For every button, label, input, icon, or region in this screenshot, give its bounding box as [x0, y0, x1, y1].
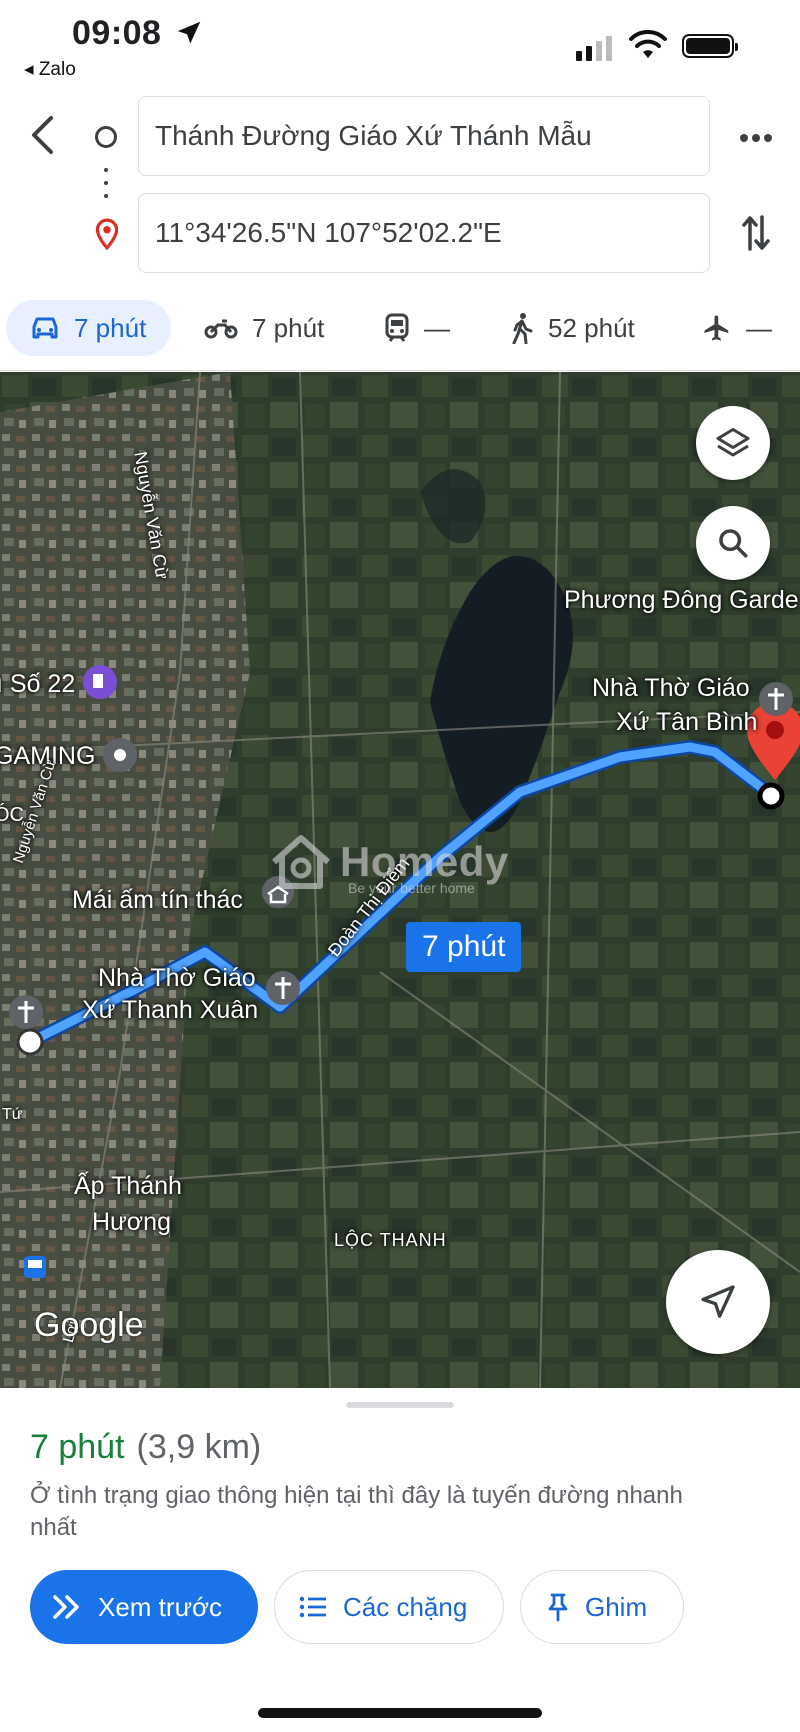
- map-label-mai-am[interactable]: Mái ấm tín thác: [72, 886, 243, 915]
- map-label-tan-binh-line2[interactable]: Xứ Tân Bình: [616, 708, 757, 737]
- destination-field[interactable]: 11°34'26.5"N 107°52'02.2"E: [138, 193, 710, 273]
- cellular-signal-icon: [576, 36, 612, 61]
- pushpin-icon: [548, 1593, 568, 1622]
- route-duration-label[interactable]: 7 phút: [406, 922, 522, 972]
- home-indicator[interactable]: [258, 1708, 542, 1718]
- travel-mode-tabs: 7 phút 7 phút — 52 phút —: [0, 300, 800, 362]
- double-chevron-right-icon: [53, 1595, 79, 1619]
- steps-button[interactable]: Các chặng: [274, 1570, 504, 1644]
- tab-flight[interactable]: —: [702, 300, 772, 356]
- tab-walking-label: 52 phút: [548, 312, 635, 343]
- swap-button[interactable]: [736, 210, 776, 256]
- more-options-button[interactable]: [736, 118, 776, 158]
- google-attribution: Google: [34, 1306, 144, 1344]
- status-time: 09:08: [72, 14, 162, 52]
- map-layers-button[interactable]: [696, 406, 770, 480]
- list-icon: [299, 1596, 326, 1618]
- homedy-watermark: Homedy Be your better home: [268, 832, 509, 896]
- location-arrow-icon: [177, 21, 201, 44]
- preview-button[interactable]: Xem trước: [30, 1570, 258, 1644]
- map-label-tan-binh-line1[interactable]: Nhà Thờ Giáo: [592, 674, 750, 703]
- more-horizontal-icon: [740, 134, 772, 142]
- route-description: Ở tình trạng giao thông hiện tại thì đây…: [30, 1482, 683, 1541]
- map-label-oc[interactable]: ÓC: [0, 804, 24, 827]
- destination-pin-icon: [95, 218, 119, 250]
- navigation-arrow-icon: [701, 1285, 735, 1318]
- map-label-thanh-xuan-line2[interactable]: Xứ Thanh Xuân: [82, 996, 258, 1025]
- back-button[interactable]: [22, 110, 62, 160]
- map-label-phuong-dong[interactable]: Phương Đông Garde: [564, 586, 799, 615]
- route-duration: 7 phút: [30, 1428, 125, 1466]
- watermark-brand: Homedy: [340, 838, 509, 885]
- road-label-tu: Tứ: [2, 1106, 23, 1123]
- preview-button-label: Xem trước: [98, 1591, 223, 1622]
- sheet-drag-handle[interactable]: [346, 1402, 454, 1408]
- church-marker-tan-binh[interactable]: [759, 682, 793, 716]
- chevron-left-icon: [32, 116, 53, 154]
- battery-icon: [682, 34, 738, 58]
- map-view[interactable]: Phương Đông Garde ı Số 22 GAMING ÓC Nhà …: [0, 372, 800, 1388]
- steps-button-label: Các chặng: [343, 1591, 468, 1622]
- bus-stop-marker[interactable]: [24, 1256, 46, 1278]
- map-search-button[interactable]: [696, 506, 770, 580]
- layers-icon: [716, 428, 750, 457]
- destination-marker: [757, 782, 785, 810]
- tab-driving[interactable]: 7 phút: [6, 300, 171, 356]
- tab-transit[interactable]: —: [384, 300, 450, 356]
- route-eta: 7 phút (3,9 km): [30, 1428, 261, 1467]
- map-label-ap-thanh-line1[interactable]: Ấp Thánh: [74, 1172, 182, 1201]
- origin-field[interactable]: Thánh Đường Giáo Xứ Thánh Mẫu: [138, 96, 710, 176]
- house-logo-icon: [272, 835, 330, 889]
- route-summary-sheet: 7 phút (3,9 km) Ở tình trạng giao thông …: [0, 1388, 800, 1732]
- train-icon: [385, 313, 409, 342]
- pin-button[interactable]: Ghim: [520, 1570, 684, 1644]
- map-label-loc-thanh[interactable]: LỘC THANH: [334, 1230, 447, 1251]
- recenter-button[interactable]: [666, 1250, 770, 1354]
- map-label-ap-thanh-line2[interactable]: Hương: [92, 1208, 171, 1237]
- origin-circle-icon: [95, 126, 117, 148]
- church-marker-west[interactable]: [9, 995, 43, 1029]
- search-icon: [719, 529, 748, 558]
- watermark-tagline: Be your better home: [348, 880, 475, 896]
- back-to-app-link[interactable]: ◂ Zalo: [24, 58, 76, 81]
- tab-driving-label: 7 phút: [74, 312, 147, 343]
- airplane-icon: [704, 315, 729, 341]
- car-icon: [32, 317, 58, 339]
- tab-motorbike[interactable]: 7 phút: [204, 300, 324, 356]
- map-label-so-22[interactable]: ı Số 22: [0, 670, 75, 699]
- church-marker-thanh-xuan[interactable]: [266, 971, 300, 1005]
- gaming-marker[interactable]: [103, 738, 137, 772]
- gas-station-marker[interactable]: [83, 665, 117, 699]
- status-bar: 09:08 ◂ Zalo: [0, 0, 800, 86]
- walking-icon: [512, 313, 533, 344]
- motorbike-icon: [204, 319, 238, 339]
- wifi-icon: [629, 30, 667, 58]
- tab-walking[interactable]: 52 phút: [510, 300, 635, 356]
- pin-button-label: Ghim: [585, 1591, 648, 1622]
- tab-flight-label: —: [746, 312, 772, 343]
- tab-transit-label: —: [424, 312, 450, 343]
- origin-marker: [16, 1028, 44, 1056]
- route-distance: (3,9 km): [136, 1428, 262, 1466]
- route-dots-icon: [104, 168, 108, 198]
- tab-motorbike-label: 7 phút: [252, 312, 325, 343]
- swap-vertical-icon: [742, 215, 770, 251]
- modes-divider: [0, 370, 800, 371]
- map-label-thanh-xuan-line1[interactable]: Nhà Thờ Giáo: [98, 964, 256, 993]
